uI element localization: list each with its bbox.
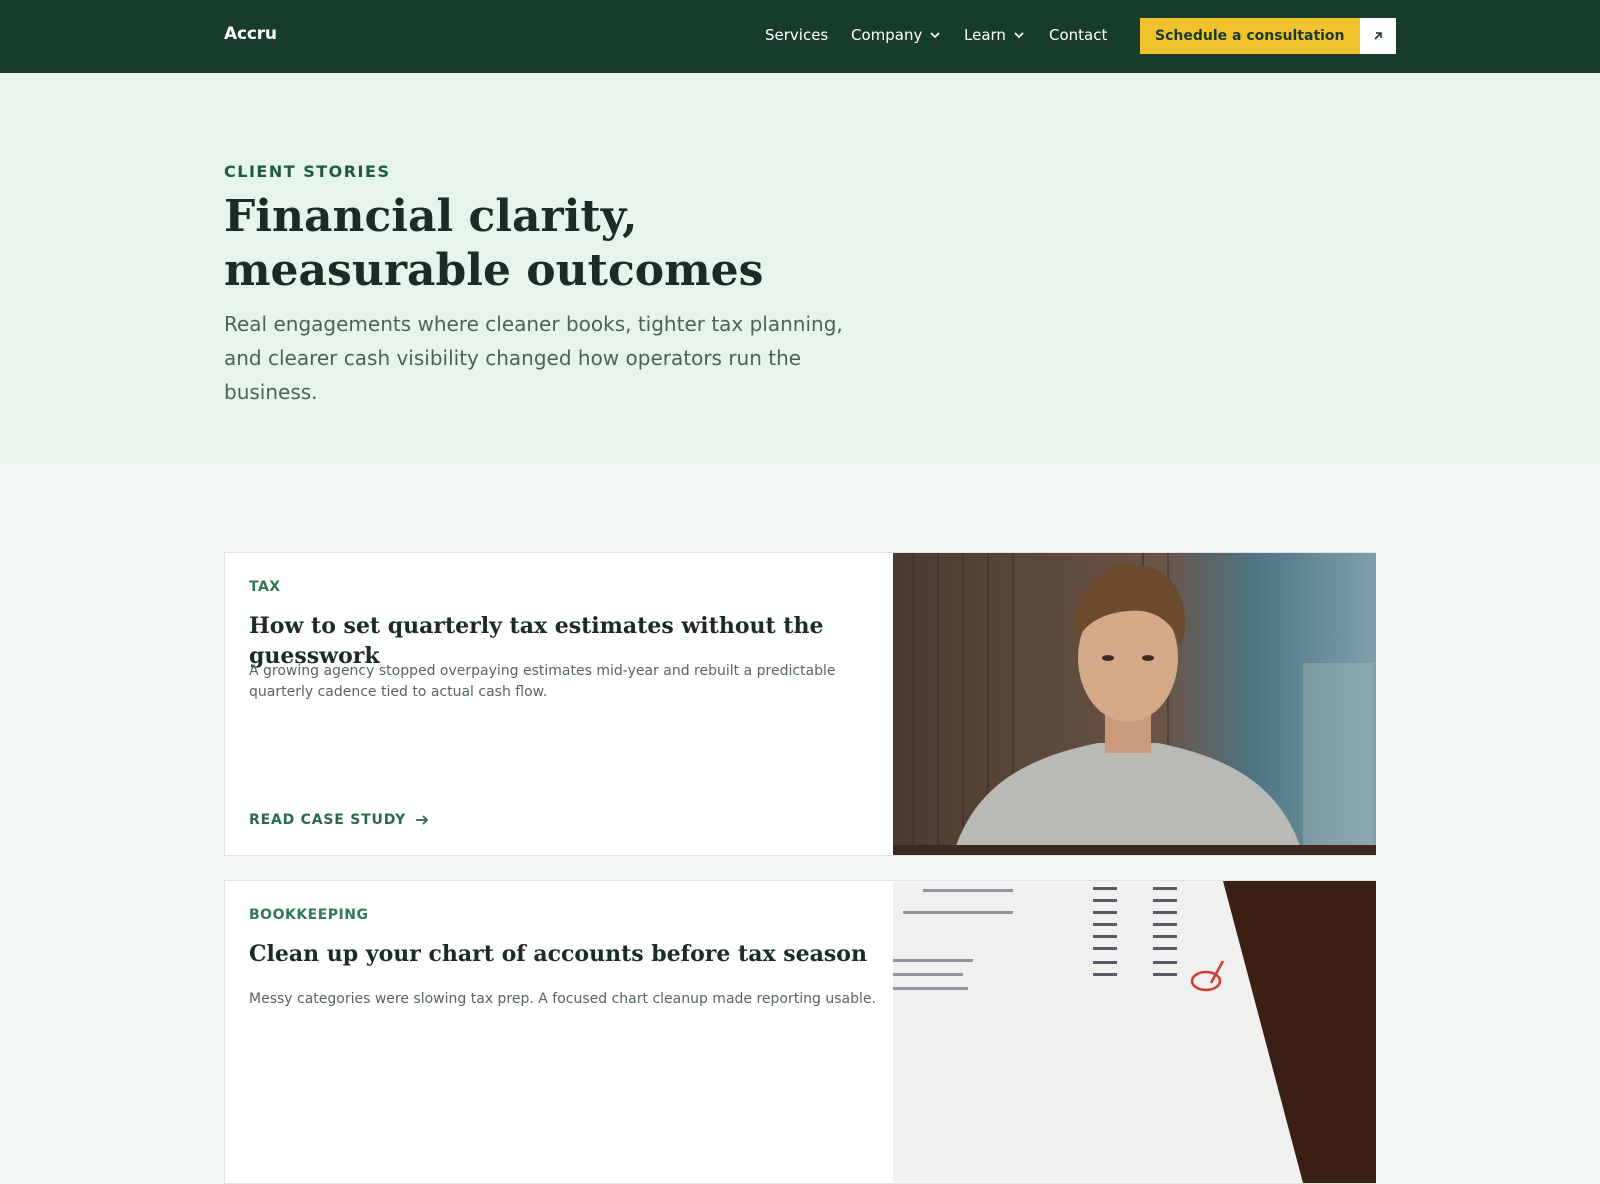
nav-company[interactable]: Company xyxy=(851,26,942,44)
schedule-consultation-button[interactable]: Schedule a consultation xyxy=(1140,18,1396,54)
nav-services[interactable]: Services xyxy=(765,26,828,44)
link-label: READ CASE STUDY xyxy=(249,812,407,828)
case-study-card[interactable]: TAX How to set quarterly tax estimates w… xyxy=(224,552,1376,856)
card-body: BOOKKEEPING Clean up your chart of accou… xyxy=(249,881,879,1183)
chevron-down-icon xyxy=(930,32,941,39)
read-case-study-link[interactable]: READ CASE STUDY xyxy=(249,812,430,828)
arrow-right-icon xyxy=(416,815,429,825)
nav-learn[interactable]: Learn xyxy=(964,26,1026,44)
hero-eyebrow: CLIENT STORIES xyxy=(224,162,391,181)
cta-label: Schedule a consultation xyxy=(1140,18,1360,54)
card-category: TAX xyxy=(249,579,281,595)
card-body: TAX How to set quarterly tax estimates w… xyxy=(249,553,879,855)
nav-label: Company xyxy=(851,26,923,44)
financial-statement-photo xyxy=(893,881,1376,1183)
page-title: Financial clarity, measurable outcomes xyxy=(224,191,764,296)
nav-label: Services xyxy=(765,26,829,44)
card-title[interactable]: Clean up your chart of accounts before t… xyxy=(249,939,879,969)
site-header: Accru Services Company Learn Contact Sch… xyxy=(0,0,1600,73)
arrow-up-right-icon xyxy=(1359,18,1396,54)
hero-subtitle: Real engagements where cleaner books, ti… xyxy=(224,312,843,404)
nav-label: Learn xyxy=(964,26,1006,44)
chevron-down-icon xyxy=(1014,32,1024,39)
nav-label: Contact xyxy=(1049,26,1108,44)
nav-contact[interactable]: Contact xyxy=(1049,26,1107,44)
card-description: A growing agency stopped overpaying esti… xyxy=(249,663,836,700)
brand-logo[interactable]: Accru xyxy=(224,24,277,44)
card-category: BOOKKEEPING xyxy=(249,907,369,923)
man-at-table-photo xyxy=(893,553,1376,855)
case-study-card[interactable]: BOOKKEEPING Clean up your chart of accou… xyxy=(224,880,1376,1184)
